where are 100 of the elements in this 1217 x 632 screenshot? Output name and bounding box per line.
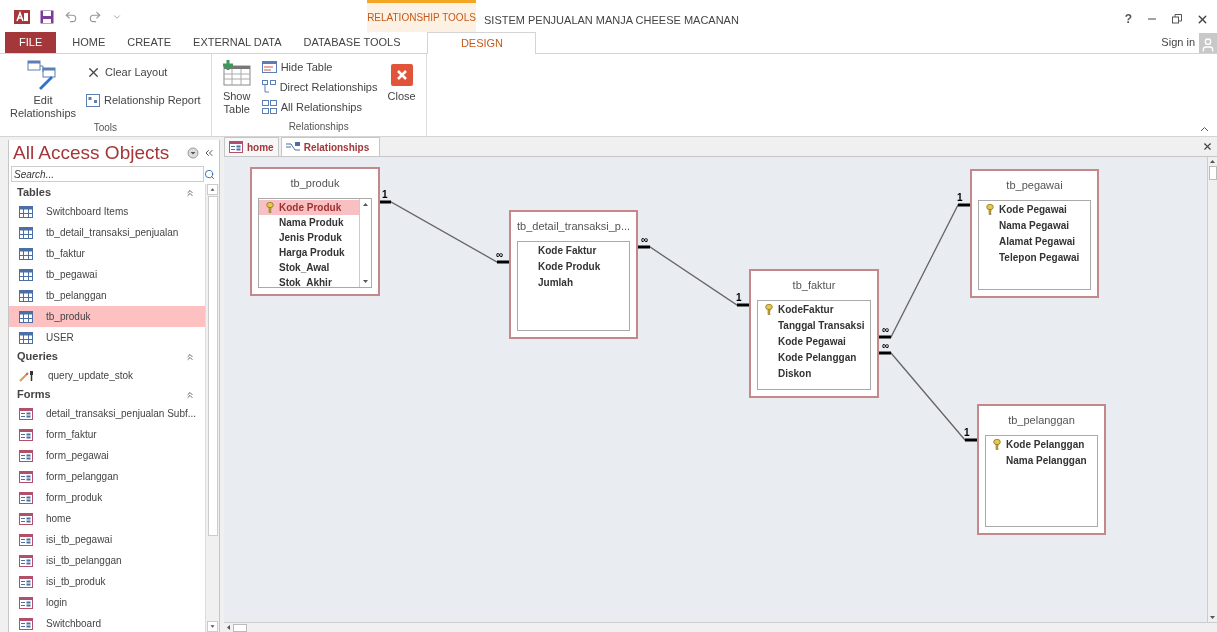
field-row[interactable]: Kode Faktur [518,242,629,259]
ribbon-tab[interactable]: CREATE [116,32,183,53]
dropdown-icon[interactable] [187,147,199,159]
field-row[interactable]: Stok_Akhir [259,274,359,287]
nav-item[interactable]: form_pelanggan [9,466,205,487]
field-row[interactable]: Kode Pegawai [758,333,870,350]
edit-relationships-button[interactable]: Edit Relationships [6,56,81,120]
nav-item[interactable]: form_produk [9,487,205,508]
scroll-thumb[interactable] [1208,166,1217,180]
restore-icon[interactable] [1172,14,1182,24]
scroll-thumb[interactable] [207,196,218,536]
document-tab[interactable]: home [224,137,279,156]
nav-group-header[interactable]: Forms [9,386,205,403]
document-tab[interactable]: Relationships [280,137,381,156]
nav-item[interactable]: USER [9,327,205,348]
nav-item[interactable]: isi_tb_produk [9,571,205,592]
report-button[interactable]: Relationship Report [82,90,205,110]
sign-in-link[interactable]: Sign in [1161,34,1195,51]
field-row[interactable]: Nama Pelanggan [986,452,1097,469]
collapse-group-icon[interactable] [185,187,195,198]
nav-item[interactable]: tb_produk [9,306,205,327]
scroll-up-icon[interactable] [207,184,218,195]
show-table-button[interactable]: Show Table [217,56,256,116]
ribbon-tab[interactable]: DATABASE TOOLS [292,32,412,53]
table-window[interactable]: tb_produk Kode Produk Nama Produk Jenis Produk Harga Produk Stok_Awal Stok_Akhir [250,167,380,296]
nav-group-header[interactable]: Tables [9,184,205,201]
scrollbar[interactable] [359,198,371,287]
save-icon[interactable] [40,10,54,24]
hide-table-button[interactable]: Hide Table [257,57,382,77]
field-row[interactable]: Nama Pegawai [979,217,1090,234]
nav-item[interactable]: tb_faktur [9,243,205,264]
field-row[interactable]: Kode Pegawai [979,201,1090,218]
table-title: tb_produk [289,176,341,191]
close-icon [390,64,413,86]
vertical-scrollbar[interactable] [1207,157,1217,622]
cardinality-label: ∞ [882,340,890,351]
customize-icon[interactable] [112,12,122,22]
nav-item[interactable]: login [9,592,205,613]
field-row[interactable]: Nama Produk [259,214,359,230]
form-icon [19,596,33,609]
nav-item[interactable]: tb_pegawai [9,264,205,285]
field-row[interactable]: Diskon [758,365,870,382]
field-row[interactable]: Kode Produk [259,199,359,215]
search-field[interactable]: Search... [11,166,204,182]
all-button[interactable]: All Relationships [257,97,382,117]
table-window[interactable]: tb_pegawai Kode Pegawai Nama Pegawai Alamat Pegawai Telepon Pegawai [970,169,1099,298]
collapse-pane-icon[interactable] [203,147,215,159]
field-row[interactable]: Kode Pelanggan [986,436,1097,453]
direct-button[interactable]: Direct Relationships [257,77,382,97]
scroll-thumb[interactable] [233,623,247,632]
collapse-ribbon-icon[interactable] [1200,126,1209,132]
ribbon-tab[interactable]: HOME [61,32,117,53]
search-icon[interactable] [204,168,215,180]
field-row[interactable]: KodeFaktur [758,301,870,318]
close-button[interactable]: Close [383,60,420,103]
nav-item[interactable]: query_update_stok [9,365,205,386]
nav-item[interactable]: isi_tb_pegawai [9,529,205,550]
nav-item[interactable]: detail_transaksi_penjualan Subf... [9,403,205,424]
field-row[interactable]: Harga Produk [259,244,359,260]
nav-scrollbar[interactable] [205,184,219,632]
ribbon-tab[interactable]: DESIGN [427,32,537,54]
nav-item[interactable]: form_pegawai [9,445,205,466]
table-icon [19,268,33,281]
nav-item[interactable]: isi_tb_pelanggan [9,550,205,571]
nav-group-header[interactable]: Queries [9,348,205,365]
table-window[interactable]: tb_detail_transaksi_p... Kode Faktur Kode Produk Jumlah [509,210,638,339]
table-window[interactable]: tb_pelanggan Kode Pelanggan Nama Pelanggan [977,404,1106,535]
table-window[interactable]: tb_faktur KodeFaktur Tanggal Transaksi Kode Pegawai Kode Pelanggan Diskon [749,269,879,398]
form-icon [19,533,33,546]
field-row[interactable]: Stok_Awal [259,259,359,275]
ribbon-tab[interactable]: FILE [5,32,57,53]
cardinality-label: ∞ [641,234,649,245]
redo-icon[interactable] [88,10,102,24]
close-document-icon[interactable] [1202,141,1213,152]
horizontal-scrollbar[interactable] [224,622,1217,632]
ribbon-group-label: Tools [92,121,118,135]
nav-item[interactable]: form_faktur [9,424,205,445]
field-row[interactable]: Kode Produk [518,258,629,275]
edit-relationships-icon [27,60,59,90]
scroll-down-icon[interactable] [207,621,218,632]
nav-item[interactable]: Switchboard [9,613,205,632]
undo-icon[interactable] [64,10,78,24]
collapse-group-icon[interactable] [185,389,195,400]
clear-layout-button[interactable]: Clear Layout [82,62,205,82]
table-icon [19,205,33,218]
nav-item[interactable]: home [9,508,205,529]
nav-item[interactable]: Switchboard Items [9,201,205,222]
collapse-group-icon[interactable] [185,351,195,362]
ribbon-tab[interactable]: EXTERNAL DATA [182,32,293,53]
help-button[interactable]: ? [1124,10,1132,28]
field-row[interactable]: Jumlah [518,274,629,291]
key-icon [765,304,773,315]
field-row[interactable]: Alamat Pegawai [979,233,1090,250]
field-row[interactable]: Tanggal Transaksi [758,317,870,334]
nav-item[interactable]: tb_pelanggan [9,285,205,306]
field-row[interactable]: Telepon Pegawai [979,249,1090,266]
field-row[interactable]: Jenis Produk [259,229,359,245]
field-row[interactable]: Kode Pelanggan [758,349,870,366]
account-avatar[interactable] [1199,32,1217,53]
nav-item[interactable]: tb_detail_transaksi_penjualan [9,222,205,243]
